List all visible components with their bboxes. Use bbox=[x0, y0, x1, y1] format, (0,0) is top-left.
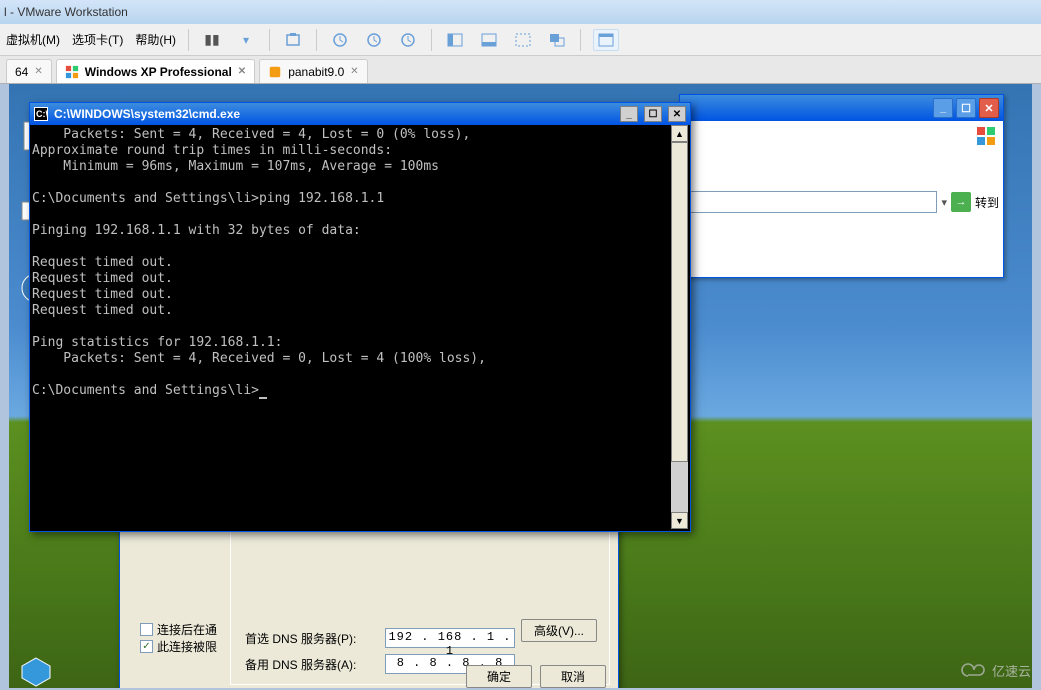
menu-help[interactable]: 帮助(H) bbox=[135, 31, 176, 48]
checkbox-row-1[interactable]: 连接后在通 bbox=[140, 621, 217, 638]
scroll-thumb[interactable] bbox=[671, 142, 688, 462]
go-button-icon[interactable]: → bbox=[951, 192, 971, 212]
menu-vm[interactable]: 虚拟机(M) bbox=[6, 31, 60, 48]
primary-dns-label: 首选 DNS 服务器(P): bbox=[245, 630, 375, 647]
close-icon[interactable]: ✕ bbox=[979, 98, 999, 118]
menu-tabs[interactable]: 选项卡(T) bbox=[72, 31, 123, 48]
view-icon-1[interactable] bbox=[444, 29, 466, 51]
clock-icon-2[interactable] bbox=[363, 29, 385, 51]
cmd-window[interactable]: C:\ C:\WINDOWS\system32\cmd.exe _ ☐ ✕ Pa… bbox=[29, 102, 691, 532]
scrollbar[interactable]: ▲ ▼ bbox=[671, 125, 688, 529]
close-icon[interactable]: ✕ bbox=[350, 66, 358, 77]
cmd-titlebar[interactable]: C:\ C:\WINDOWS\system32\cmd.exe _ ☐ ✕ bbox=[30, 103, 690, 125]
address-input[interactable] bbox=[680, 191, 937, 213]
view-icon-4[interactable] bbox=[546, 29, 568, 51]
minimize-icon[interactable]: _ bbox=[620, 106, 638, 122]
fullscreen-icon[interactable] bbox=[593, 29, 619, 51]
close-icon[interactable]: ✕ bbox=[34, 66, 42, 77]
tabbar: 64 ✕ Windows XP Professional ✕ panabit9.… bbox=[0, 56, 1041, 84]
watermark: 亿速云 bbox=[960, 661, 1031, 680]
snapshot-icon[interactable] bbox=[282, 29, 304, 51]
advanced-button[interactable]: 高级(V)... bbox=[521, 619, 597, 642]
windows-icon bbox=[65, 65, 79, 79]
checkbox-icon[interactable] bbox=[140, 623, 153, 636]
address-bar-row: ▾ → 转到 bbox=[680, 191, 999, 213]
pause-icon[interactable]: ▮▮ bbox=[201, 29, 223, 51]
close-icon[interactable]: ✕ bbox=[668, 106, 686, 122]
tab-right[interactable]: panabit9.0 ✕ bbox=[259, 59, 367, 83]
cancel-button[interactable]: 取消 bbox=[540, 665, 606, 688]
checkbox-icon[interactable]: ✓ bbox=[140, 640, 153, 653]
browser-window[interactable]: _ ☐ ✕ ▾ → 转到 bbox=[679, 94, 1004, 278]
primary-dns-input[interactable]: 192 . 168 . 1 . 1 bbox=[385, 628, 515, 648]
tcpip-dialog[interactable]: 连接后在通 ✓ 此连接被限 首选 DNS 服务器(P): 192 . 168 .… bbox=[119, 524, 619, 688]
tcpip-inner-panel: 首选 DNS 服务器(P): 192 . 168 . 1 . 1 备用 DNS … bbox=[230, 525, 610, 685]
tab-left[interactable]: 64 ✕ bbox=[6, 59, 52, 83]
scroll-down-icon[interactable]: ▼ bbox=[671, 512, 688, 529]
desktop-icon-app[interactable] bbox=[15, 654, 57, 688]
windows-flag-icon bbox=[975, 125, 999, 149]
go-button-label[interactable]: 转到 bbox=[975, 194, 999, 211]
view-icon-2[interactable] bbox=[478, 29, 500, 51]
cmd-title: C:\WINDOWS\system32\cmd.exe bbox=[54, 107, 240, 121]
vm-display[interactable]: 我 我 网 _ ☐ ✕ ▾ → 转到 连接后在通 ✓ bbox=[9, 84, 1032, 688]
view-icon-3[interactable] bbox=[512, 29, 534, 51]
clock-icon-3[interactable] bbox=[397, 29, 419, 51]
tab-active[interactable]: Windows XP Professional ✕ bbox=[56, 59, 255, 83]
browser-titlebar[interactable]: _ ☐ ✕ bbox=[680, 95, 1003, 121]
vm-icon bbox=[268, 65, 282, 79]
menubar: 虚拟机(M) 选项卡(T) 帮助(H) ▮▮ ▾ bbox=[0, 24, 1041, 56]
maximize-icon[interactable]: ☐ bbox=[956, 98, 976, 118]
cmd-icon: C:\ bbox=[34, 107, 48, 121]
checkbox-row-2[interactable]: ✓ 此连接被限 bbox=[140, 638, 217, 655]
alt-dns-label: 备用 DNS 服务器(A): bbox=[245, 656, 375, 673]
dropdown-icon[interactable]: ▾ bbox=[235, 29, 257, 51]
ok-button[interactable]: 确定 bbox=[466, 665, 532, 688]
scroll-up-icon[interactable]: ▲ bbox=[671, 125, 688, 142]
app-titlebar: l - VMware Workstation bbox=[0, 0, 1041, 24]
clock-icon-1[interactable] bbox=[329, 29, 351, 51]
maximize-icon[interactable]: ☐ bbox=[644, 106, 662, 122]
minimize-icon[interactable]: _ bbox=[933, 98, 953, 118]
app-title: l - VMware Workstation bbox=[4, 5, 128, 19]
close-icon[interactable]: ✕ bbox=[238, 66, 246, 77]
cmd-output[interactable]: Packets: Sent = 4, Received = 4, Lost = … bbox=[32, 125, 688, 529]
